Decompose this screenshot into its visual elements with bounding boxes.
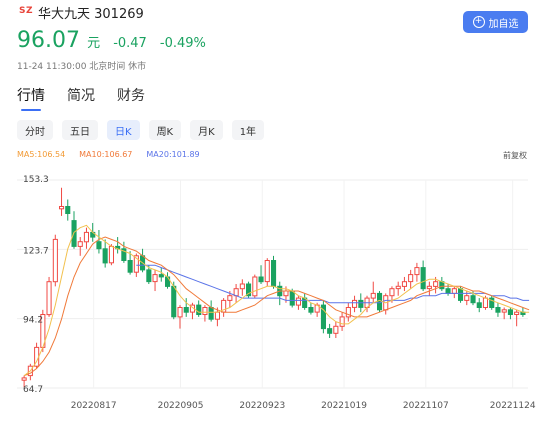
candle-body — [327, 328, 333, 334]
period-tab-weekly[interactable]: 周K — [148, 120, 182, 140]
candle-body — [239, 283, 245, 290]
candle-body — [389, 288, 395, 297]
candle-body — [333, 325, 339, 334]
add-to-watchlist-button[interactable]: + 加自选 — [463, 11, 528, 33]
candle-body — [102, 248, 108, 264]
candle-body — [408, 274, 414, 283]
x-tick-label: 20221107 — [403, 401, 449, 411]
x-tick-label: 20220905 — [158, 401, 204, 411]
candle-body — [283, 290, 289, 297]
current-price: 96.07 — [17, 28, 80, 53]
candle-body — [464, 295, 470, 301]
candle-body — [501, 309, 507, 313]
main-tabs: 行情 简况 财务 — [17, 85, 145, 111]
period-tab-daily[interactable]: 日K — [107, 120, 140, 140]
market-status: 11-24 11:30:00 北京时间 休市 — [17, 62, 147, 72]
candle-body — [295, 297, 301, 306]
candle-body — [202, 307, 208, 315]
y-tick-label: 153.3 — [23, 175, 49, 185]
exchange-badge: SZ — [19, 6, 34, 16]
stock-header: SZ 华大九天 301269 96.07 元 -0.47 -0.49% 11-2… — [0, 0, 560, 80]
candle-body — [271, 260, 277, 287]
ma10-line — [23, 236, 530, 377]
candle-body — [127, 260, 133, 273]
y-tick-label: 123.7 — [23, 246, 49, 256]
candle-body — [152, 274, 158, 283]
candle-body — [108, 245, 115, 264]
tab-profile[interactable]: 简况 — [67, 85, 95, 111]
candle-body — [227, 295, 233, 301]
candle-body — [171, 285, 177, 318]
candle-body — [21, 377, 27, 381]
candle-body — [146, 269, 152, 283]
candle-body — [289, 290, 295, 306]
candle-body — [308, 307, 314, 313]
plus-circle-icon: + — [472, 16, 485, 28]
candle-body — [395, 285, 401, 290]
candle-body — [377, 292, 383, 311]
candle-body — [445, 288, 451, 294]
candle-body — [214, 311, 220, 320]
candle-body — [77, 241, 83, 247]
period-tabs: 分时 五日 日K 周K 月K 1年 — [17, 120, 265, 140]
period-tab-intraday[interactable]: 分时 — [17, 120, 53, 140]
candle-body — [458, 288, 464, 301]
candle-body — [401, 281, 407, 287]
candle-body — [414, 267, 420, 276]
ma-legend: MA5:106.54 MA10:106.67 MA20:101.89 — [17, 150, 200, 159]
price-change: -0.47 — [113, 36, 147, 51]
candle-body — [52, 238, 58, 283]
y-tick-label: 94.2 — [23, 316, 43, 326]
candle-body — [370, 292, 376, 299]
x-tick-label: 20220817 — [71, 401, 117, 411]
candle-body — [177, 307, 183, 318]
candle-body — [65, 206, 71, 214]
price-unit: 元 — [87, 36, 101, 51]
candle-body — [96, 241, 102, 250]
ma20-line — [136, 264, 530, 304]
ma10-label: MA10:106.67 — [79, 150, 133, 159]
stock-name: 华大九天 301269 — [38, 7, 144, 22]
candle-body — [358, 299, 364, 308]
price-row: 96.07 元 -0.47 -0.49% — [17, 28, 206, 54]
candle-body — [476, 302, 482, 309]
y-tick-label: 64.7 — [23, 385, 43, 395]
ma5-label: MA5:106.54 — [17, 150, 66, 159]
candle-body — [426, 285, 432, 290]
candle-body — [507, 309, 513, 316]
candle-body — [420, 267, 426, 290]
x-tick-label: 20221124 — [490, 401, 536, 411]
tab-quote[interactable]: 行情 — [17, 85, 45, 111]
period-tab-monthly[interactable]: 月K — [190, 120, 223, 140]
candle-body — [83, 231, 90, 243]
candle-body — [514, 311, 520, 315]
candle-body — [264, 260, 270, 283]
candle-body — [352, 299, 358, 308]
candle-body — [495, 307, 501, 313]
candle-body — [59, 206, 65, 210]
candle-body — [482, 297, 488, 309]
candle-body — [233, 288, 239, 297]
candle-body — [183, 307, 189, 313]
add-to-watchlist-label: 加自选 — [488, 18, 519, 30]
candlestick-chart[interactable]: 20220817 20220905 20220923 20221019 20221107… — [0, 160, 560, 423]
candle-body — [208, 307, 214, 320]
x-tick-label: 20220923 — [239, 401, 285, 411]
candle-body — [451, 288, 457, 294]
candle-body — [470, 295, 476, 304]
tab-finance[interactable]: 财务 — [117, 85, 145, 111]
candle-body — [258, 276, 264, 283]
candle-body — [433, 281, 439, 287]
candle-body — [46, 281, 52, 316]
price-change-percent: -0.49% — [159, 36, 206, 51]
candle-body — [196, 304, 202, 316]
candle-body — [158, 274, 164, 278]
candle-body — [252, 276, 258, 297]
period-tab-5day[interactable]: 五日 — [62, 120, 98, 140]
x-tick-label: 20221019 — [321, 401, 367, 411]
candle-body — [339, 316, 345, 327]
period-tab-1year[interactable]: 1年 — [231, 120, 265, 140]
ma20-label: MA20:101.89 — [146, 150, 200, 159]
